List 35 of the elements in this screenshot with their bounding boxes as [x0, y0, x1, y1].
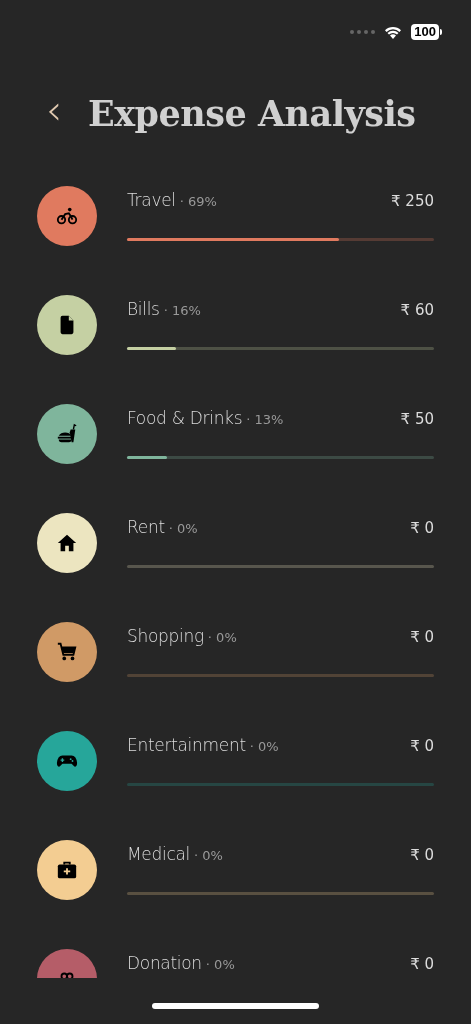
- category-amount: ₹ 0: [410, 955, 434, 973]
- category-percent: · 0%: [249, 739, 279, 754]
- category-percent: · 0%: [205, 957, 235, 972]
- category-amount: ₹ 0: [410, 846, 434, 864]
- burger-drink-icon: [56, 423, 78, 445]
- category-percent: · 13%: [246, 412, 284, 427]
- category-amount: ₹ 50: [400, 410, 434, 428]
- page-title: Expense Analysis: [88, 92, 416, 134]
- category-amount: ₹ 250: [391, 192, 434, 210]
- battery-level: 100: [411, 24, 439, 40]
- category-amount: ₹ 0: [410, 519, 434, 537]
- category-name: Food & Drinks: [127, 408, 243, 428]
- category-amount: ₹ 0: [410, 628, 434, 646]
- back-button[interactable]: ‹: [42, 90, 66, 130]
- category-name: Travel: [127, 190, 176, 210]
- cart-icon: [56, 641, 78, 663]
- category-name: Donation: [127, 953, 202, 973]
- category-amount: ₹ 0: [410, 737, 434, 755]
- bicycle-icon: [56, 205, 78, 227]
- category-percent: · 0%: [207, 630, 237, 645]
- category-percent: · 69%: [179, 194, 217, 209]
- wifi-icon: [383, 24, 404, 40]
- first-aid-kit-icon: [56, 859, 78, 881]
- category-name: Shopping: [127, 626, 204, 646]
- category-percent: · 0%: [168, 521, 198, 536]
- signal-icon: [350, 30, 376, 34]
- category-name: Medical: [127, 844, 191, 864]
- category-name: Bills: [127, 299, 160, 319]
- category-name: Rent: [127, 517, 165, 537]
- category-amount: ₹ 60: [400, 301, 434, 319]
- home-indicator[interactable]: [152, 1003, 319, 1009]
- category-percent: · 16%: [163, 303, 201, 318]
- category-name: Entertainment: [127, 735, 246, 755]
- category-percent: · 0%: [194, 848, 223, 863]
- house-icon: [56, 532, 78, 554]
